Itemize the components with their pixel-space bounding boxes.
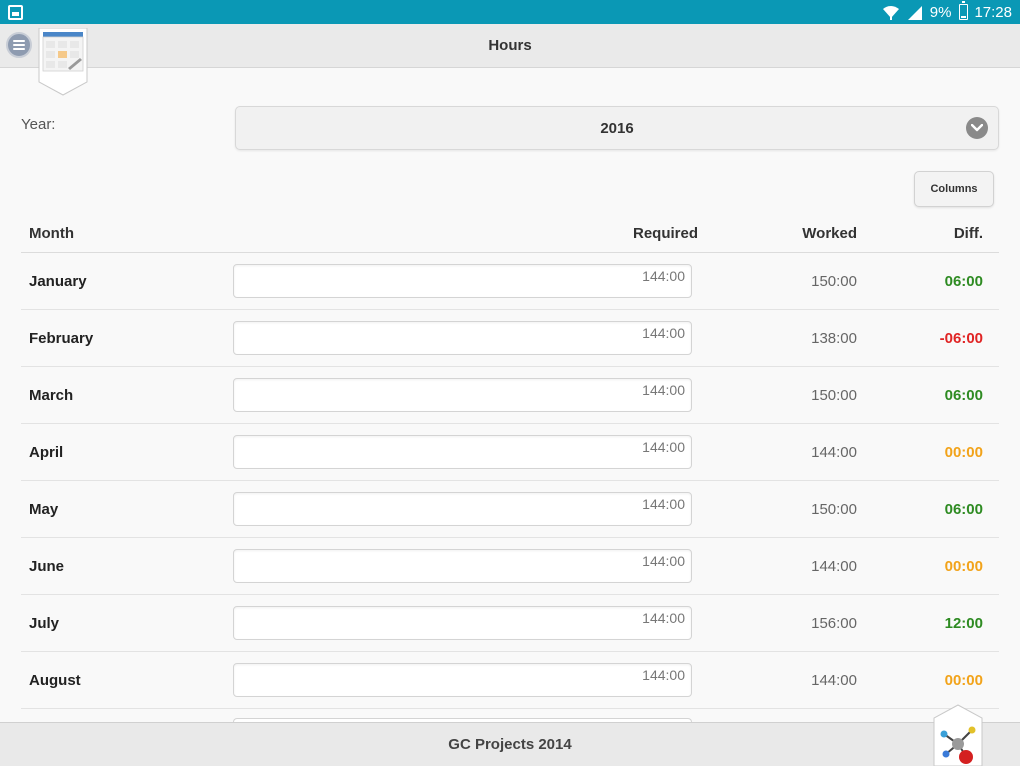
required-cell [233,378,698,412]
required-hours-input[interactable] [233,264,692,298]
chevron-glyph [971,124,983,132]
table-row: May 150:00 06:00 [21,481,999,538]
required-cell [233,264,698,298]
month-cell: June [29,557,65,575]
menu-line [13,44,25,46]
battery-percent: 9% [929,3,952,21]
month-cell: February [29,329,94,347]
table-body: January 150:00 06:00 February 138:00 -06:00 Ma… [21,253,999,709]
status-bar: 9% 17:28 [0,0,1020,24]
menu-line [13,40,25,42]
table-row: April 144:00 00:00 [21,424,999,481]
year-select[interactable]: 2016 [235,106,999,150]
required-hours-input[interactable] [233,663,692,697]
required-hours-input[interactable] [233,378,692,412]
month-cell: July [29,614,60,632]
required-cell [233,321,698,355]
year-label: Year: [21,116,56,133]
worked-cell: 144:00 [811,443,857,461]
worked-cell: 150:00 [811,386,857,404]
diff-cell: 00:00 [944,671,983,689]
page-title: Hours [488,37,532,54]
hours-table: Month Required Worked Diff. January 150:0… [21,215,999,709]
table-row: January 150:00 06:00 [21,253,999,310]
diff-cell: 06:00 [944,500,983,518]
table-row: June 144:00 00:00 [21,538,999,595]
battery-icon [959,1,969,20]
required-cell [233,606,698,640]
diff-cell: 06:00 [944,272,983,290]
table-row: March 150:00 06:00 [21,367,999,424]
footer-text: GC Projects 2014 [448,736,572,753]
notification-app-icon [8,4,23,20]
required-hours-input[interactable] [233,321,692,355]
worked-cell: 144:00 [811,557,857,575]
required-cell [233,435,698,469]
required-hours-input[interactable] [233,549,692,583]
table-row: July 156:00 12:00 [21,595,999,652]
month-cell: January [29,272,87,290]
signal-icon [907,6,922,20]
status-right: 9% 17:28 [882,1,1012,21]
status-time: 17:28 [974,3,1012,21]
menu-line [13,48,25,50]
worked-cell: 150:00 [811,500,857,518]
calendar-icon [38,28,88,96]
required-hours-input[interactable] [233,435,692,469]
diff-cell: -06:00 [939,329,983,347]
diff-cell: 06:00 [944,386,983,404]
header-month[interactable]: Month [21,225,233,242]
required-cell [233,492,698,526]
table-header: Month Required Worked Diff. [21,215,999,253]
required-hours-input[interactable] [233,606,692,640]
molecule-icon [933,704,983,766]
required-cell [233,549,698,583]
menu-button[interactable] [6,32,32,58]
app-header: Hours [0,24,1020,68]
worked-cell: 156:00 [811,614,857,632]
header-worked[interactable]: Worked [698,225,857,242]
columns-button[interactable]: Columns [914,171,994,207]
month-cell: March [29,386,74,404]
year-value: 2016 [600,119,634,137]
worked-cell: 150:00 [811,272,857,290]
required-hours-input[interactable] [233,492,692,526]
header-required[interactable]: Required [233,225,698,242]
month-cell: August [29,671,81,689]
table-row: February 138:00 -06:00 [21,310,999,367]
status-left [8,4,23,20]
chevron-down-icon [966,117,988,139]
month-cell: April [29,443,64,461]
diff-cell: 12:00 [944,614,983,632]
table-row: August 144:00 00:00 [21,652,999,709]
app-footer: GC Projects 2014 [0,722,1020,766]
worked-cell: 144:00 [811,671,857,689]
header-diff[interactable]: Diff. [857,225,991,242]
required-cell [233,663,698,697]
diff-cell: 00:00 [944,443,983,461]
month-cell: May [29,500,59,518]
diff-cell: 00:00 [944,557,983,575]
worked-cell: 138:00 [811,329,857,347]
wifi-icon [882,6,899,20]
